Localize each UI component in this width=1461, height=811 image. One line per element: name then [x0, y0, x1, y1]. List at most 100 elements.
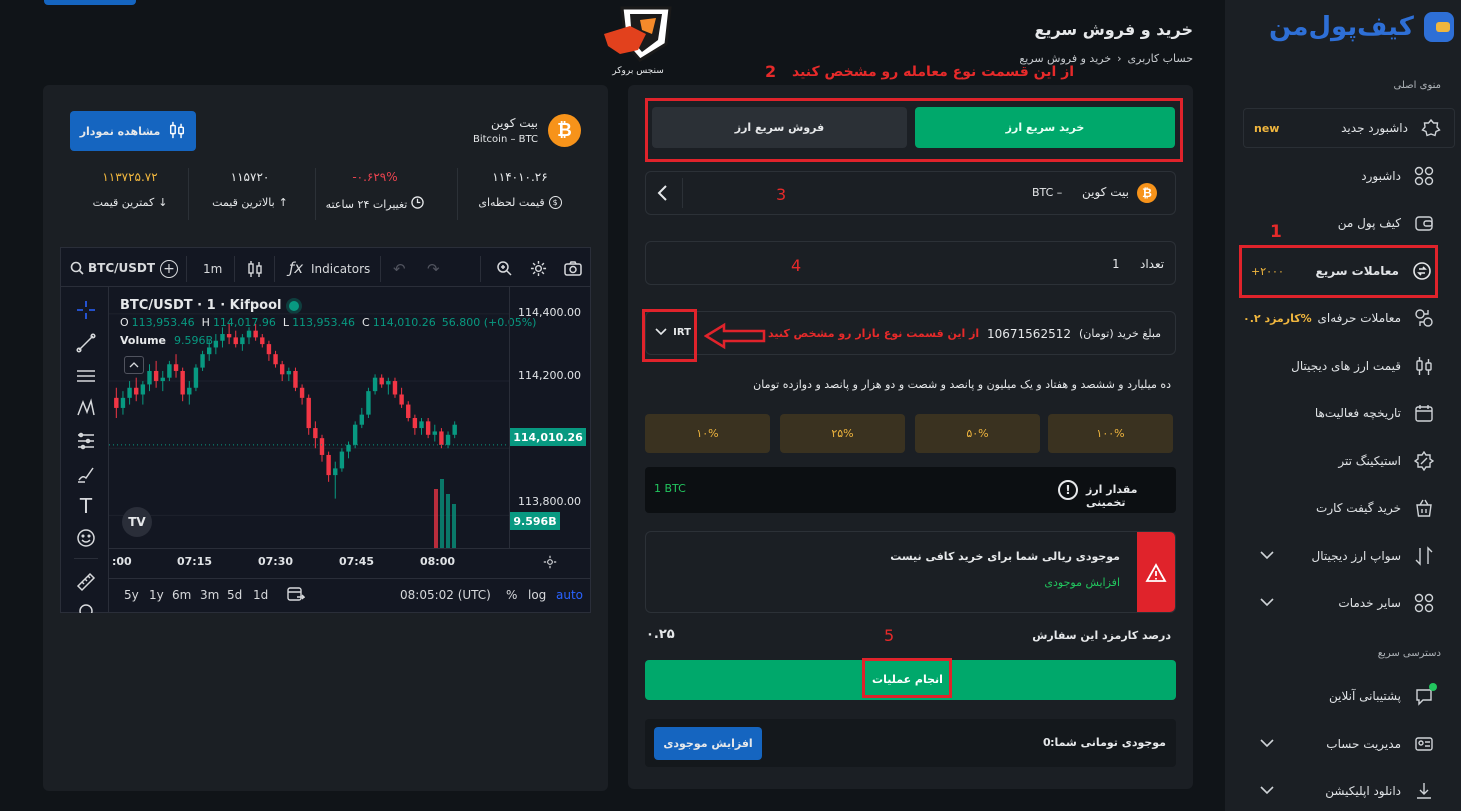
quantity-label: تعداد	[1140, 257, 1165, 271]
annotation-number-2: 2	[765, 62, 777, 81]
sidebar-item-pro-trades[interactable]: کارمزد ۰.۲% معاملات حرفه‌ای	[1243, 298, 1435, 338]
symbol-selector[interactable]: BTC/USDT	[88, 261, 155, 275]
axis-settings-icon[interactable]	[543, 555, 557, 572]
candle	[286, 367, 292, 382]
sidebar-item-dashboard[interactable]: داشبورد	[1245, 156, 1435, 196]
view-chart-button[interactable]: مشاهده نمودار	[70, 111, 196, 151]
chevron-down-icon[interactable]	[1259, 597, 1275, 610]
percent-50-button[interactable]: ۵۰%	[915, 414, 1040, 453]
crosshair-icon[interactable]	[74, 298, 98, 322]
zoom-icon[interactable]	[496, 260, 512, 279]
date-range-icon[interactable]	[287, 586, 306, 605]
coin-selector[interactable]: BTC – بیت کوین ₿	[645, 171, 1176, 215]
logo-text: کیف‌پول‌من	[1269, 12, 1414, 42]
candle	[379, 374, 384, 388]
sidebar-item-label: سواپ ارز دیجیتال	[1311, 549, 1401, 563]
candle-body	[339, 451, 345, 469]
camera-icon[interactable]	[564, 261, 582, 279]
sidebar-item-quick-trades[interactable]: +۲۰۰۰ معاملات سریع	[1243, 251, 1435, 291]
candle	[352, 421, 358, 449]
chevron-down-icon[interactable]	[1259, 738, 1275, 751]
candle	[452, 421, 457, 439]
chart-type-icon[interactable]	[247, 260, 263, 281]
undo-icon[interactable]: ↶	[393, 260, 406, 278]
coin-name: بیت کوین	[1082, 185, 1129, 199]
range-5d-button[interactable]: 5d	[227, 588, 242, 602]
brand-logo[interactable]: کیف‌پول‌من	[1269, 10, 1454, 44]
annotation-number-4: 4	[791, 256, 802, 275]
range-1y-button[interactable]: 1y	[149, 588, 164, 602]
increase-balance-button[interactable]: افزایش موجودی	[654, 727, 762, 760]
percent-scale-button[interactable]: %	[506, 588, 517, 602]
sidebar-item-download-app[interactable]: دانلود اپلیکیشن	[1245, 771, 1435, 811]
annotation-number-5: 5	[884, 626, 895, 645]
buy-tab[interactable]: خرید سریع ارز	[915, 107, 1175, 148]
zoom-in-icon[interactable]	[74, 600, 98, 613]
log-scale-button[interactable]: log	[528, 588, 546, 602]
sidebar-item-crypto-prices[interactable]: قیمت ارز های دیجیتال	[1245, 346, 1435, 386]
pattern-icon[interactable]	[74, 396, 98, 420]
breadcrumb-separator-icon: ‹	[1117, 52, 1122, 65]
chevron-left-icon[interactable]	[656, 184, 670, 205]
clock-icon	[411, 196, 425, 212]
interval-selector[interactable]: 1m	[203, 262, 222, 276]
indicators-button[interactable]: Indicators	[311, 262, 370, 276]
currency-selector[interactable]: IRT	[652, 315, 694, 349]
candle	[333, 461, 338, 499]
sidebar-item-other-services[interactable]: سایر خدمات	[1245, 583, 1435, 623]
top-blue-button[interactable]	[44, 0, 136, 5]
candle	[253, 323, 258, 341]
breadcrumb-home[interactable]: حساب کاربری	[1128, 52, 1193, 65]
range-1d-button[interactable]: 1d	[253, 588, 268, 602]
sidebar-item-online-support[interactable]: پشتیبانی آنلاین	[1245, 676, 1437, 716]
search-icon[interactable]	[70, 261, 84, 278]
utc-clock[interactable]: 08:05:02 (UTC)	[400, 588, 491, 602]
fib-icon[interactable]	[74, 429, 98, 453]
exchange-icon	[1411, 260, 1433, 282]
tradingview-logo[interactable]: TV	[122, 507, 152, 537]
candlestick-chart[interactable]	[109, 287, 509, 549]
ruler-icon[interactable]	[74, 570, 98, 594]
emoji-icon[interactable]	[74, 526, 98, 550]
stat-value: ۱۱۵۷۲۰	[230, 170, 270, 184]
redo-icon[interactable]: ↷	[427, 260, 440, 278]
broker-logo: سنجس بروکر	[600, 4, 676, 78]
sidebar-item-activity-history[interactable]: تاریخچه فعالیت‌ها	[1245, 393, 1435, 433]
view-chart-label: مشاهده نمودار	[79, 124, 161, 138]
candle-body	[366, 391, 371, 415]
sidebar-item-crypto-swap[interactable]: سواپ ارز دیجیتال	[1245, 536, 1435, 576]
sidebar-item-new-dashboard[interactable]: new داشبورد جدید	[1243, 108, 1455, 148]
horizontal-lines-icon[interactable]	[74, 364, 98, 388]
sidebar-item-account-management[interactable]: مدیریت حساب	[1245, 724, 1435, 764]
increase-balance-link[interactable]: افزایش موجودی	[1044, 576, 1120, 589]
sidebar-item-gift-card[interactable]: خرید گیفت کارت	[1245, 488, 1435, 528]
warning-icon	[1137, 532, 1175, 612]
candle-body	[180, 370, 185, 395]
percent-10-button[interactable]: ۱۰%	[645, 414, 770, 453]
amount-value[interactable]: 10671562512	[987, 327, 1071, 341]
range-5y-button[interactable]: 5y	[124, 588, 139, 602]
settings-gear-icon[interactable]	[530, 260, 547, 280]
candle	[127, 381, 132, 405]
range-6m-button[interactable]: 6m	[172, 588, 191, 602]
brush-icon[interactable]	[74, 462, 98, 486]
chevron-down-icon[interactable]	[1259, 550, 1275, 563]
range-3m-button[interactable]: 3m	[200, 588, 219, 602]
percent-25-button[interactable]: ۲۵%	[780, 414, 905, 453]
add-symbol-icon[interactable]: +	[160, 260, 178, 278]
text-tool-icon[interactable]: T	[74, 494, 98, 518]
sidebar-item-label: خرید گیفت کارت	[1316, 501, 1401, 515]
percent-100-button[interactable]: ۱۰۰%	[1048, 414, 1173, 453]
candle-body	[233, 337, 238, 345]
sidebar-item-usdt-staking[interactable]: استیکینگ تتر	[1245, 441, 1435, 481]
sell-tab[interactable]: فروش سریع ارز	[652, 107, 907, 148]
quantity-field[interactable]: 1 تعداد	[645, 241, 1176, 285]
stat-24h-change: -۰.۶۲۹% تغییرات ۲۴ ساعته	[310, 170, 440, 212]
volume-tag: 9.596B	[510, 512, 560, 530]
quantity-value[interactable]: 1	[1112, 257, 1119, 271]
trend-line-icon[interactable]	[74, 331, 98, 355]
chevron-down-icon[interactable]	[1259, 785, 1275, 798]
auto-scale-button[interactable]: auto	[556, 588, 583, 602]
submit-button[interactable]: انجام عملیات	[866, 662, 949, 697]
balance-row: 0 موجودی تومانی شما: افزایش موجودی	[645, 719, 1176, 767]
